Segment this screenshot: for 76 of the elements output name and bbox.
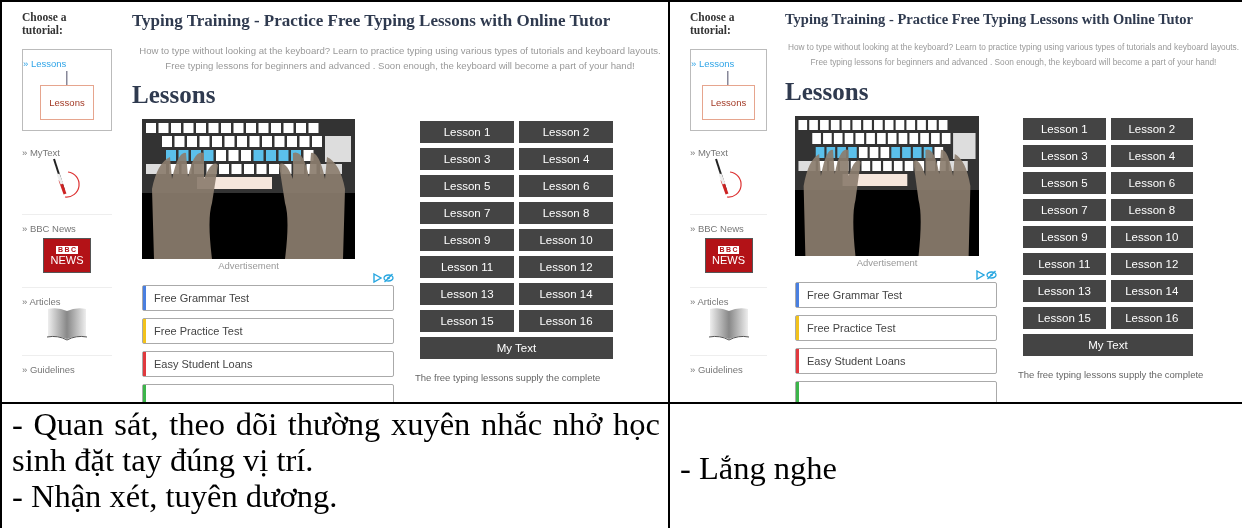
lesson-button[interactable]: Lesson 16 <box>1110 307 1193 329</box>
lesson-button[interactable]: Lesson 8 <box>519 202 613 224</box>
lesson-button[interactable]: Lesson 4 <box>519 148 613 170</box>
ad-link[interactable]: Free Practice Test <box>142 318 394 344</box>
ad-link[interactable]: Easy Student Loans <box>142 351 394 377</box>
lesson-button[interactable]: Lesson 5 <box>420 175 514 197</box>
my-text-button[interactable]: My Text <box>1023 334 1193 356</box>
lesson-button[interactable]: Lesson 2 <box>1110 118 1193 140</box>
lessons-icon-label: Lessons <box>40 85 94 120</box>
description-text: The free typing lessons supply the complete <box>415 372 601 383</box>
my-text-button[interactable]: My Text <box>420 337 613 359</box>
lesson-button[interactable]: Lesson 5 <box>1023 172 1106 194</box>
advertisement-label: Advertisement <box>217 260 280 271</box>
tutorial-link[interactable]: » Articles <box>690 296 729 307</box>
tutorial-link[interactable]: » BBC News <box>690 223 744 234</box>
tutorial-link[interactable]: » Guidelines <box>22 364 75 375</box>
ad-link[interactable]: Easy Student Loans <box>795 348 997 374</box>
lesson-button[interactable]: Lesson 14 <box>519 283 613 305</box>
lesson-button[interactable]: Lesson 9 <box>1023 226 1106 248</box>
lesson-button[interactable]: Lesson 6 <box>1110 172 1193 194</box>
lesson-button[interactable]: Lesson 10 <box>519 229 613 251</box>
ad-link[interactable]: Free Grammar Test <box>795 282 997 308</box>
section-heading: Lessons <box>785 78 870 106</box>
selected-tutorial-card[interactable]: » Lessons Lessons <box>22 49 112 131</box>
selected-tutorial-card[interactable]: » Lessons Lessons <box>690 49 767 131</box>
lesson-button[interactable]: Lesson 16 <box>519 310 613 332</box>
ad-link[interactable]: Free Grammar Test <box>142 285 394 311</box>
lesson-button[interactable]: Lesson 1 <box>1023 118 1106 140</box>
lesson-button[interactable]: Lesson 11 <box>1023 253 1106 275</box>
page-title: Typing Training - Practice Free Typing Lessons with Online Tutor <box>785 11 1195 28</box>
ad-link[interactable] <box>795 381 997 401</box>
tutorial-link[interactable]: » BBC News <box>22 223 76 234</box>
tutorial-link[interactable]: » Guidelines <box>690 364 743 375</box>
note-text: - Quan sát, theo dõi thường xuyên nhắc nhở học sinh đặt tay đúng vị trí. <box>12 406 660 478</box>
page-title: Typing Training - Practice Free Typing Lessons with Online Tutor <box>132 11 612 31</box>
connector-line <box>727 71 730 85</box>
open-book-icon <box>707 307 750 341</box>
section-heading: Lessons <box>132 81 217 109</box>
lesson-button[interactable]: Lesson 15 <box>1023 307 1106 329</box>
lesson-button[interactable]: Lesson 14 <box>1110 280 1193 302</box>
intro-text: How to type without looking at the keyboard? Learn to practice typing using various types of tutorials and keyboard layouts. Free typing lessons for beginners and advanced . Soon enough, the keyboard will become a part of your hand! <box>138 44 662 73</box>
connector-line <box>66 71 68 85</box>
intro-text: How to type without looking at the keyboard? Learn to practice typing using various types of tutorials and keyboard layouts. Free typing lessons for beginners and advanced . Soon enough, the keyboard will become a part of your hand! <box>786 41 1241 69</box>
lesson-button[interactable]: Lesson 3 <box>420 148 514 170</box>
ad-link[interactable]: Free Practice Test <box>795 315 997 341</box>
lesson-button[interactable]: Lesson 11 <box>420 256 514 278</box>
advertisement-label: Advertisement <box>855 257 919 268</box>
description-text: The free typing lessons supply the complete <box>1018 369 1204 380</box>
lesson-button[interactable]: Lesson 13 <box>420 283 514 305</box>
ad-choices-icon[interactable] <box>975 270 985 280</box>
lesson-button[interactable]: Lesson 12 <box>519 256 613 278</box>
lesson-button[interactable]: Lesson 4 <box>1110 145 1193 167</box>
sidebar-heading: Choose a tutorial: <box>690 11 736 37</box>
hide-ad-icon[interactable] <box>383 273 394 283</box>
lesson-button[interactable]: Lesson 7 <box>1023 199 1106 221</box>
lesson-button[interactable]: Lesson 15 <box>420 310 514 332</box>
tutorial-link[interactable]: » Articles <box>22 296 61 307</box>
lesson-button[interactable]: Lesson 13 <box>1023 280 1106 302</box>
tutorial-link[interactable]: » MyText <box>690 147 728 158</box>
lesson-button[interactable]: Lesson 3 <box>1023 145 1106 167</box>
lessons-icon-label: Lessons <box>701 85 756 120</box>
lesson-button[interactable]: Lesson 10 <box>1110 226 1193 248</box>
note-text: - Lắng nghe <box>680 450 838 486</box>
lesson-button[interactable]: Lesson 9 <box>420 229 514 251</box>
ad-choices-icon[interactable] <box>372 273 382 283</box>
hide-ad-icon[interactable] <box>986 270 997 280</box>
tutorial-link[interactable]: » MyText <box>22 147 60 158</box>
open-book-icon <box>46 307 88 341</box>
lesson-button[interactable]: Lesson 12 <box>1110 253 1193 275</box>
lesson-button[interactable]: Lesson 2 <box>519 121 613 143</box>
lesson-button[interactable]: Lesson 1 <box>420 121 514 143</box>
lesson-button[interactable]: Lesson 8 <box>1110 199 1193 221</box>
sidebar-heading: Choose a tutorial: <box>22 11 68 37</box>
lesson-button[interactable]: Lesson 7 <box>420 202 514 224</box>
note-text: - Nhận xét, tuyên dương. <box>12 478 339 514</box>
lesson-button[interactable]: Lesson 6 <box>519 175 613 197</box>
